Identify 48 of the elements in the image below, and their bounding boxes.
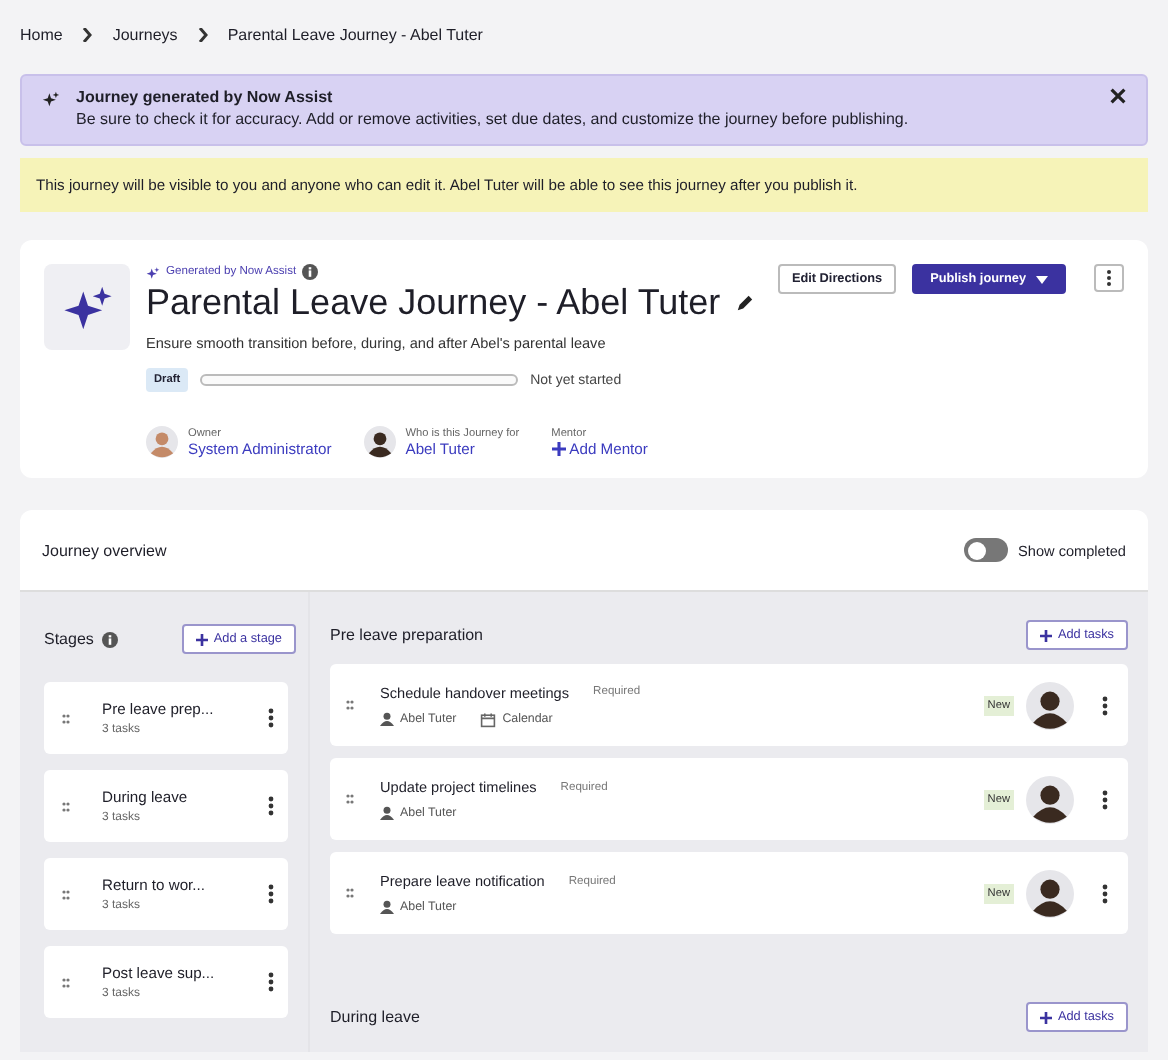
section-title: During leave xyxy=(330,1008,420,1026)
drag-handle-icon[interactable] xyxy=(346,700,354,710)
caret-icon xyxy=(1036,275,1048,283)
overview-title: Journey overview xyxy=(42,541,167,559)
more-icon[interactable] xyxy=(268,796,274,816)
avatar-icon xyxy=(1026,869,1074,917)
avatar-icon xyxy=(1026,681,1074,729)
chevron-icon xyxy=(197,27,208,41)
banner-message: Be sure to check it for accuracy. Add or remove activities, set due dates, and customize the journey before publishing. xyxy=(76,110,911,128)
more-icon[interactable] xyxy=(1102,695,1108,715)
drag-handle-icon[interactable] xyxy=(62,713,70,723)
info-icon xyxy=(101,631,118,647)
drag-handle-icon[interactable] xyxy=(62,977,70,987)
more-icon[interactable] xyxy=(268,708,274,728)
drag-handle-icon[interactable] xyxy=(62,801,70,811)
chevron-icon xyxy=(82,27,93,41)
close-icon[interactable] xyxy=(1110,88,1126,104)
drag-handle-icon[interactable] xyxy=(346,888,354,898)
plus-icon xyxy=(195,633,208,645)
person-icon xyxy=(380,900,394,914)
more-button[interactable] xyxy=(1094,264,1124,292)
avatar-icon xyxy=(146,426,178,458)
journey-title: Parental Leave Journey - Abel Tuter xyxy=(146,282,721,324)
more-icon[interactable] xyxy=(268,884,274,904)
avatar-icon xyxy=(1026,775,1074,823)
plus-icon xyxy=(1039,629,1052,641)
breadcrumb-link[interactable]: Journeys xyxy=(112,25,178,43)
plus-icon xyxy=(1039,1011,1052,1023)
more-icon xyxy=(1106,270,1112,286)
person-icon xyxy=(380,712,394,726)
avatar-icon xyxy=(363,426,396,458)
plus-icon xyxy=(551,441,566,455)
info-icon xyxy=(302,264,319,280)
more-icon[interactable] xyxy=(1102,883,1108,903)
sparkle-icon xyxy=(146,265,160,279)
drag-handle-icon[interactable] xyxy=(62,889,70,899)
drag-handle-icon[interactable] xyxy=(346,794,354,804)
pencil-icon[interactable] xyxy=(736,294,755,312)
person-icon xyxy=(380,806,394,820)
toggle-switch[interactable] xyxy=(964,538,1009,562)
stages-title: Stages xyxy=(44,630,94,648)
breadcrumb-link[interactable]: Home xyxy=(20,25,63,43)
sparkle-icon xyxy=(42,90,60,108)
more-icon[interactable] xyxy=(268,972,274,992)
more-icon[interactable] xyxy=(1102,789,1108,809)
section-title: Pre leave preparation xyxy=(330,626,483,644)
banner-title: Journey generated by Now Assist xyxy=(76,88,335,106)
calendar-icon xyxy=(480,711,497,727)
